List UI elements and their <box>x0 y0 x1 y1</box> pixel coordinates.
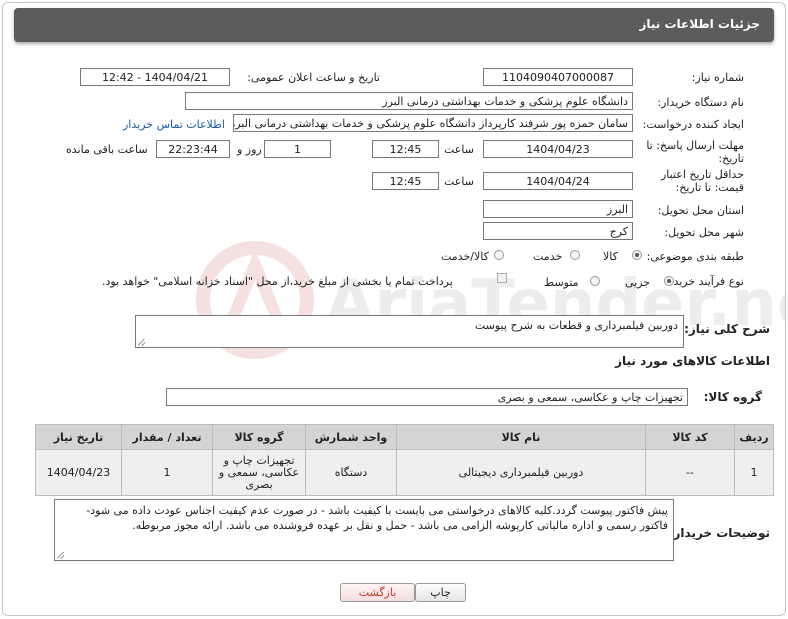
process-radio-medium[interactable] <box>590 276 600 286</box>
treasury-payment-checkbox[interactable] <box>497 273 507 283</box>
cell-goods-code: -- <box>645 449 735 496</box>
process-option-medium: متوسط <box>544 276 579 289</box>
category-option-goods: کالا <box>603 250 618 263</box>
process-radio-minor[interactable] <box>664 276 674 286</box>
buyer-contact-link[interactable]: اطلاعات تماس خریدار <box>123 118 225 131</box>
province-label: استان محل تحویل: <box>657 204 744 217</box>
description-label: شرح کلی نیاز: <box>684 322 770 336</box>
table-row: 1 -- دوربین فیلمبرداری دیجیتالی دستگاه ت… <box>35 449 774 496</box>
creator-field: سامان حمزه پور شرفند کارپرداز دانشگاه عل… <box>233 114 633 132</box>
back-button[interactable]: بازگشت <box>340 583 415 602</box>
process-option-minor: جزیی <box>625 276 651 289</box>
print-button[interactable]: چاپ <box>415 583 466 602</box>
category-option-goods-service: کالا/خدمت <box>441 250 489 263</box>
category-label: طبقه بندی موضوعی: <box>646 250 744 263</box>
col-row-number: ردیف <box>734 424 774 450</box>
page-header: جزئیات اطلاعات نیاز <box>14 8 774 42</box>
validity-label: حداقل تاریخ اعتبار قیمت: تا تاریخ: <box>660 168 744 194</box>
description-text: دوربین فیلمبرداری و قطعات به شرح پیوست <box>474 319 678 332</box>
resize-grip-icon[interactable] <box>57 552 64 559</box>
col-goods-code: کد کالا <box>645 424 735 450</box>
buyer-notes-field: پیش فاکتور پیوست گردد.کلیه کالاهای درخوا… <box>54 499 674 561</box>
resize-grip-icon[interactable] <box>138 339 145 346</box>
need-number-label: شماره نیاز: <box>691 71 744 84</box>
buyer-field: دانشگاه علوم پزشکی و خدمات بهداشتی درمان… <box>185 92 633 110</box>
creator-label: ایجاد کننده درخواست: <box>642 118 744 131</box>
category-radio-goods[interactable] <box>632 250 642 260</box>
col-need-date: تاریخ نیاز <box>35 424 122 450</box>
deadline-time-field: 12:45 <box>372 140 439 158</box>
days-field: 1 <box>264 140 331 158</box>
validity-time-label: ساعت <box>444 175 474 188</box>
goods-info-title: اطلاعات کالاهای مورد نیاز <box>615 354 770 368</box>
deadline-date-field: 1404/04/23 <box>483 140 633 158</box>
goods-group-field: تجهیزات چاپ و عکاسی، سمعی و بصری <box>166 388 688 406</box>
category-option-service: خدمت <box>533 250 563 263</box>
buyer-notes-label: توضیحات خریدار: <box>668 526 770 540</box>
validity-time-field: 12:45 <box>372 172 439 190</box>
buyer-label: نام دستگاه خریدار: <box>657 96 744 109</box>
province-field: البرز <box>483 200 633 218</box>
goods-table: ردیف کد کالا نام کالا واحد شمارش گروه کا… <box>35 424 774 496</box>
remaining-time-field: 22:23:44 <box>156 140 230 158</box>
days-label: روز و <box>237 143 262 156</box>
cell-row-number: 1 <box>734 449 774 496</box>
col-goods-group: گروه کالا <box>212 424 306 450</box>
page-title: جزئیات اطلاعات نیاز <box>639 17 760 31</box>
cell-need-date: 1404/04/23 <box>35 449 122 496</box>
cell-goods-group: تجهیزات چاپ و عکاسی، سمعی و بصری <box>212 449 306 496</box>
deadline-label: مهلت ارسال پاسخ: تا تاریخ: <box>646 139 744 165</box>
city-field: کرج <box>483 222 633 240</box>
treasury-payment-note: پرداخت تمام یا بخشی از مبلغ خرید،از محل … <box>102 275 453 288</box>
cell-quantity: 1 <box>121 449 213 496</box>
goods-group-label: گروه کالا: <box>703 390 762 404</box>
category-radio-goods-service[interactable] <box>494 250 504 260</box>
process-label: نوع فرآیند خرید : <box>666 275 744 288</box>
need-number-field: 1104090407000087 <box>483 68 633 86</box>
category-radio-service[interactable] <box>570 250 580 260</box>
city-label: شهر محل تحویل: <box>664 226 744 239</box>
col-goods-name: نام کالا <box>396 424 646 450</box>
col-unit: واحد شمارش <box>305 424 397 450</box>
validity-date-field: 1404/04/24 <box>483 172 633 190</box>
cell-goods-name: دوربین فیلمبرداری دیجیتالی <box>396 449 646 496</box>
col-quantity: تعداد / مقدار <box>121 424 213 450</box>
description-field: دوربین فیلمبرداری و قطعات به شرح پیوست <box>135 315 684 348</box>
remaining-label: ساعت باقی مانده <box>66 143 148 156</box>
table-header-row: ردیف کد کالا نام کالا واحد شمارش گروه کا… <box>35 424 774 450</box>
cell-unit: دستگاه <box>305 449 397 496</box>
deadline-time-label: ساعت <box>444 143 474 156</box>
announce-label: تاریخ و ساعت اعلان عمومی: <box>247 71 380 84</box>
buyer-notes-text: پیش فاکتور پیوست گردد.کلیه کالاهای درخوا… <box>86 504 668 532</box>
announce-field: 1404/04/21 - 12:42 <box>80 68 230 86</box>
